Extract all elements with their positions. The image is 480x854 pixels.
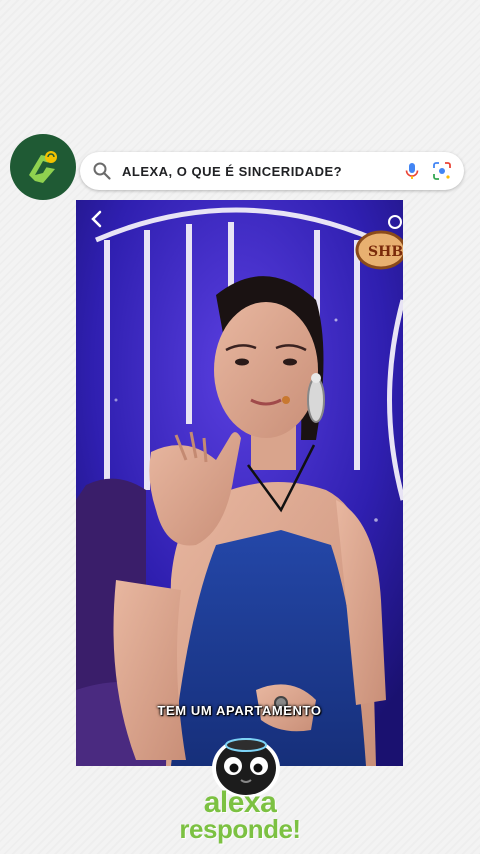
channel-logo-icon[interactable] <box>10 134 76 200</box>
search-bar[interactable]: ALEXA, O QUE É SINCERIDADE? <box>80 152 464 190</box>
chevron-left-icon[interactable] <box>88 210 106 228</box>
video-subtitle: TEM UM APARTAMENTO <box>157 703 322 718</box>
channel-badge: SHB <box>368 244 403 260</box>
mic-icon[interactable] <box>402 161 422 181</box>
alexa-responde-logo: alexa responde! <box>160 786 320 844</box>
search-query[interactable]: ALEXA, O QUE É SINCERIDADE? <box>122 164 392 179</box>
brand-line-1: alexa <box>203 786 277 819</box>
search-icon[interactable] <box>92 161 112 181</box>
circle-icon <box>388 215 402 229</box>
brand-line-2: responde! <box>179 814 301 844</box>
video-scene: SHB <box>76 200 403 766</box>
lens-icon[interactable] <box>432 161 452 181</box>
video-frame[interactable]: SHB TEM UM APARTAMENTO <box>76 200 403 766</box>
